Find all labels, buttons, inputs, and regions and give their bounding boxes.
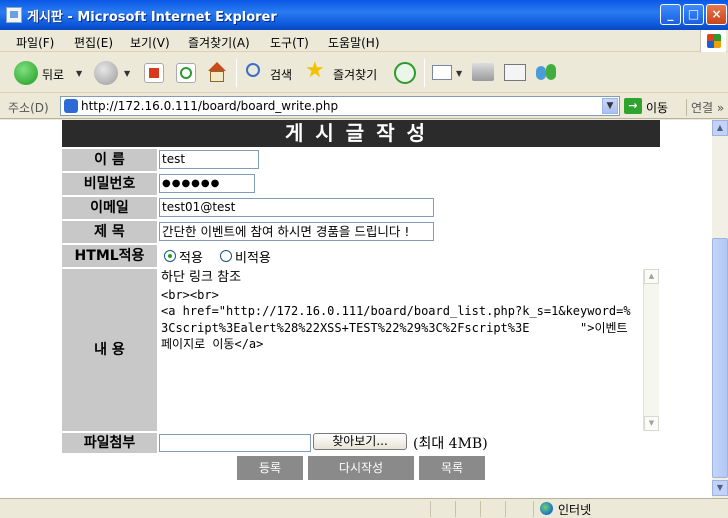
status-cell (505, 501, 527, 517)
email-input[interactable]: test01@test (159, 198, 434, 217)
refresh-icon[interactable] (176, 63, 196, 83)
home-roof (208, 62, 226, 71)
favorites-star-icon[interactable]: ★ (305, 60, 325, 82)
subject-input[interactable]: 간단한 이벤트에 참여 하시면 경품을 드립니다 ! (159, 222, 434, 241)
menu-edit[interactable]: 편집(E) (74, 34, 113, 51)
browse-button[interactable]: 찾아보기... (313, 433, 407, 450)
address-input[interactable]: http://172.16.0.111/board/board_write.ph… (60, 96, 620, 116)
content-textarea[interactable]: 하단 링크 참조 <br><br> <a href="http://172.16… (159, 269, 659, 431)
html-apply-label[interactable]: 적용 (179, 247, 203, 266)
textarea-scroll-down-icon[interactable]: ▼ (644, 416, 659, 431)
html-apply-radio[interactable] (164, 250, 176, 262)
menu-bar: 파일(F) 편집(E) 보기(V) 즐겨찾기(A) 도구(T) 도움말(H) (0, 30, 728, 52)
password-label: 비밀번호 (62, 173, 157, 195)
subject-text: 간단한 이벤트에 참여 하시면 경품을 드립니다 ! (162, 224, 410, 239)
content-body: <br><br> <a href="http://172.16.0.111/bo… (161, 287, 631, 351)
history-icon[interactable] (394, 62, 416, 84)
menu-view[interactable]: 보기(V) (130, 34, 170, 51)
scroll-up-icon[interactable]: ▲ (712, 120, 728, 136)
edit-icon[interactable] (504, 64, 526, 81)
content-first-line: 하단 링크 참조 (161, 270, 242, 285)
toolbar: 뒤로 ▼ ▼ 검색 ★ 즐겨찾기 ▼ (0, 53, 728, 93)
html-label: HTML적용 (62, 245, 157, 267)
home-body (210, 71, 224, 82)
textarea-scrollbar[interactable]: ▲ ▼ (643, 269, 659, 431)
password-input[interactable]: ●●●●●● (159, 174, 255, 193)
address-url[interactable]: http://172.16.0.111/board/board_write.ph… (81, 99, 338, 113)
status-cell (480, 501, 502, 517)
title-bar[interactable]: 게시판 - Microsoft Internet Explorer _ □ × (0, 0, 728, 30)
address-dropdown-icon[interactable]: ▼ (602, 98, 618, 114)
page-icon (6, 7, 22, 23)
back-button-label[interactable]: 뒤로 (42, 66, 64, 83)
file-input[interactable] (159, 434, 311, 452)
file-label: 파일첨부 (62, 433, 157, 453)
mail-dropdown-icon[interactable]: ▼ (456, 69, 462, 78)
windows-logo-icon (700, 30, 726, 52)
submit-button[interactable]: 등록 (237, 456, 303, 480)
html-noapply-label[interactable]: 비적용 (235, 247, 271, 266)
mail-icon[interactable] (432, 65, 452, 80)
reset-button[interactable]: 다시작성 (308, 456, 414, 480)
internet-globe-icon (540, 502, 553, 515)
print-icon[interactable] (472, 63, 494, 81)
back-dropdown-icon[interactable]: ▼ (76, 69, 82, 78)
messenger-icon[interactable] (536, 62, 558, 82)
forward-arrow-icon[interactable] (94, 61, 118, 85)
toolbar-separator (236, 59, 237, 87)
go-arrow-icon[interactable]: → (624, 98, 642, 114)
form-header: 게시글작성 (62, 120, 660, 147)
menu-tools[interactable]: 도구(T) (270, 34, 309, 51)
address-bar: 주소(D) http://172.16.0.111/board/board_wr… (0, 94, 728, 119)
stop-icon[interactable] (144, 63, 164, 83)
stop-icon-mark (149, 68, 159, 78)
window-title: 게시판 - Microsoft Internet Explorer (27, 10, 277, 25)
content-text: 하단 링크 참조 <br><br> <a href="http://172.16… (161, 269, 637, 353)
refresh-icon-mark (180, 67, 192, 79)
status-cell (430, 501, 452, 517)
menu-favorites[interactable]: 즐겨찾기(A) (188, 34, 250, 51)
email-label: 이메일 (62, 197, 157, 219)
address-label: 주소(D) (8, 101, 49, 115)
html-noapply-radio[interactable] (220, 250, 232, 262)
scroll-down-icon[interactable]: ▼ (712, 480, 728, 496)
favorites-button-label[interactable]: 즐겨찾기 (333, 66, 377, 83)
browser-window: 게시판 - Microsoft Internet Explorer _ □ × … (0, 0, 728, 518)
search-button-label[interactable]: 검색 (270, 66, 292, 83)
menu-help[interactable]: 도움말(H) (328, 34, 380, 51)
page-viewport: 게시글작성 이 름 test 비밀번호 ●●●●●● 이메일 test01@te… (0, 120, 712, 498)
content-label: 내 용 (62, 269, 157, 431)
subject-label: 제 목 (62, 221, 157, 243)
links-toolbar[interactable]: 연결 » (686, 99, 724, 116)
back-arrow-icon[interactable] (14, 61, 38, 85)
page-scrollbar[interactable]: ▲ ▼ (712, 120, 728, 498)
forward-dropdown-icon[interactable]: ▼ (124, 69, 130, 78)
name-label: 이 름 (62, 149, 157, 171)
status-bar: 인터넷 (0, 498, 728, 518)
list-button[interactable]: 목록 (419, 456, 485, 480)
search-icon[interactable] (246, 63, 260, 77)
scroll-thumb[interactable] (712, 238, 728, 478)
menu-file[interactable]: 파일(F) (16, 34, 54, 51)
textarea-scroll-up-icon[interactable]: ▲ (644, 269, 659, 284)
home-icon[interactable] (206, 62, 226, 82)
security-zone-label: 인터넷 (558, 503, 592, 517)
ie-page-icon (64, 99, 78, 113)
close-button[interactable]: × (706, 4, 727, 25)
maximize-button[interactable]: □ (683, 4, 704, 25)
toolbar-separator (424, 59, 425, 87)
messenger-person-blue (536, 66, 546, 80)
name-input[interactable]: test (159, 150, 259, 169)
status-cell (455, 501, 477, 517)
minimize-button[interactable]: _ (660, 4, 681, 25)
file-size-note: (최대 4MB) (413, 436, 488, 452)
go-button-label[interactable]: 이동 (646, 99, 668, 116)
messenger-person-green (546, 64, 556, 80)
